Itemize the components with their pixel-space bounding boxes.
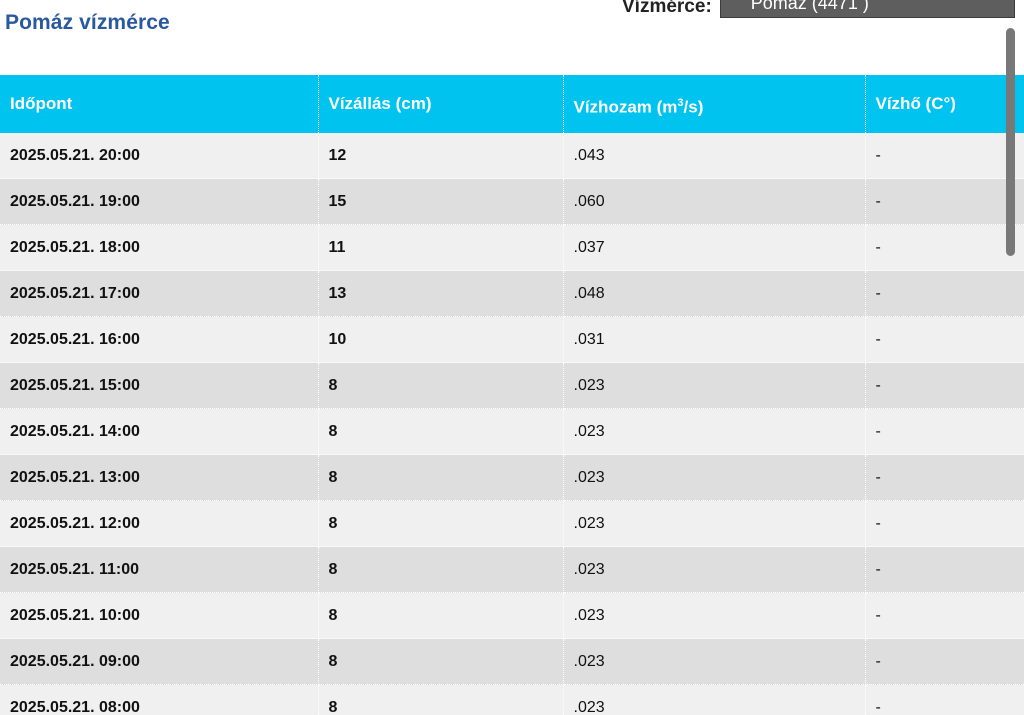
cell-water-temp: -: [865, 178, 1024, 225]
cell-water-level: 13: [318, 270, 564, 317]
cell-discharge: .023: [563, 362, 866, 409]
table-row: 2025.05.21. 15:00 8.023-: [0, 362, 1024, 409]
cell-water-level: 8: [318, 684, 564, 715]
header-discharge-prefix: Vízhozam (m: [573, 97, 678, 117]
cell-time: 2025.05.21. 16:00: [0, 316, 319, 363]
cell-discharge: .023: [563, 454, 866, 501]
cell-water-temp: -: [865, 454, 1024, 501]
cell-discharge: .060: [563, 178, 866, 225]
cell-water-temp: -: [865, 546, 1024, 593]
cell-water-level: 8: [318, 454, 564, 501]
cell-water-level: 8: [318, 592, 564, 639]
cell-discharge: .048: [563, 270, 866, 317]
cell-water-temp: -: [865, 684, 1024, 715]
page-title: Pomáz vízmérce: [5, 11, 170, 34]
cell-time: 2025.05.21. 10:00: [0, 592, 319, 639]
cell-water-temp: -: [865, 224, 1024, 271]
cell-time: 2025.05.21. 14:00: [0, 408, 319, 455]
scrollbar-thumb[interactable]: [1006, 28, 1015, 256]
cell-discharge: .037: [563, 224, 866, 271]
cell-time: 2025.05.21. 08:00: [0, 684, 319, 715]
cell-time: 2025.05.21. 17:00: [0, 270, 319, 317]
cell-water-level: 8: [318, 546, 564, 593]
cell-water-level: 8: [318, 500, 564, 547]
header-discharge-suffix: /s): [683, 97, 704, 117]
measurement-table: Időpont Vízállás (cm) Vízhozam (m3/s) Ví…: [0, 75, 1024, 715]
cell-time: 2025.05.21. 15:00: [0, 362, 319, 409]
table-row: 2025.05.21. 09:00 8.023-: [0, 638, 1024, 685]
cell-discharge: .023: [563, 592, 866, 639]
station-select[interactable]: Pomáz (4471 ): [719, 0, 1015, 18]
table-row: 2025.05.21. 20:00 12.043-: [0, 133, 1024, 179]
cell-water-temp: -: [865, 408, 1024, 455]
cell-water-level: 15: [318, 178, 564, 225]
table-row: 2025.05.21. 10:00 8.023-: [0, 592, 1024, 639]
table-row: 2025.05.21. 12:00 8.023-: [0, 500, 1024, 547]
station-select-value: Pomáz (4471 ): [750, 0, 869, 13]
header-time[interactable]: Időpont: [0, 75, 319, 133]
cell-water-temp: -: [865, 500, 1024, 547]
cell-discharge: .023: [563, 408, 866, 455]
cell-time: 2025.05.21. 19:00: [0, 178, 319, 225]
table-row: 2025.05.21. 14:00 8.023-: [0, 408, 1024, 455]
cell-water-level: 8: [318, 408, 564, 455]
cell-water-temp: -: [865, 592, 1024, 639]
cell-water-temp: -: [865, 638, 1024, 685]
cell-water-temp: -: [865, 270, 1024, 317]
table-row: 2025.05.21. 13:00 8.023-: [0, 454, 1024, 501]
cell-water-level: 8: [318, 638, 564, 685]
page: Pomáz vízmérce Vízmérce: Pomáz (4471 ) I…: [0, 0, 1024, 715]
cell-water-temp: -: [865, 133, 1024, 179]
cell-water-level: 12: [318, 133, 564, 179]
cell-discharge: .023: [563, 546, 866, 593]
cell-time: 2025.05.21. 11:00: [0, 546, 319, 593]
cell-discharge: .031: [563, 316, 866, 363]
measurement-table-container: Időpont Vízállás (cm) Vízhozam (m3/s) Ví…: [0, 75, 1024, 715]
station-selector: Vízmérce: Pomáz (4471 ): [622, 0, 1015, 18]
cell-time: 2025.05.21. 09:00: [0, 638, 319, 685]
cell-water-level: 10: [318, 316, 564, 363]
cell-discharge: .023: [563, 684, 866, 715]
cell-water-temp: -: [865, 316, 1024, 363]
table-row: 2025.05.21. 08:00 8.023-: [0, 684, 1024, 715]
table-row: 2025.05.21. 18:00 11.037-: [0, 224, 1024, 271]
table-row: 2025.05.21. 11:00 8.023-: [0, 546, 1024, 593]
cell-water-temp: -: [865, 362, 1024, 409]
cell-time: 2025.05.21. 13:00: [0, 454, 319, 501]
cell-time: 2025.05.21. 18:00: [0, 224, 319, 271]
header-water-level[interactable]: Vízállás (cm): [318, 75, 564, 133]
cell-discharge: .023: [563, 638, 866, 685]
cell-time: 2025.05.21. 20:00: [0, 133, 319, 179]
header-water-temp[interactable]: Vízhő (C°): [865, 75, 1024, 133]
table-body: 2025.05.21. 20:00 12.043-2025.05.21. 19:0…: [0, 133, 1024, 715]
cell-water-level: 11: [318, 224, 564, 271]
table-row: 2025.05.21. 16:00 10.031-: [0, 316, 1024, 363]
cell-discharge: .043: [563, 133, 866, 179]
table-row: 2025.05.21. 17:00 13.048-: [0, 270, 1024, 317]
station-label: Vízmérce:: [622, 0, 712, 17]
header-discharge[interactable]: Vízhozam (m3/s): [563, 75, 866, 133]
cell-water-level: 8: [318, 362, 564, 409]
table-row: 2025.05.21. 19:00 15.060-: [0, 178, 1024, 225]
table-header-row: Időpont Vízállás (cm) Vízhozam (m3/s) Ví…: [0, 75, 1024, 133]
cell-time: 2025.05.21. 12:00: [0, 500, 319, 547]
cell-discharge: .023: [563, 500, 866, 547]
